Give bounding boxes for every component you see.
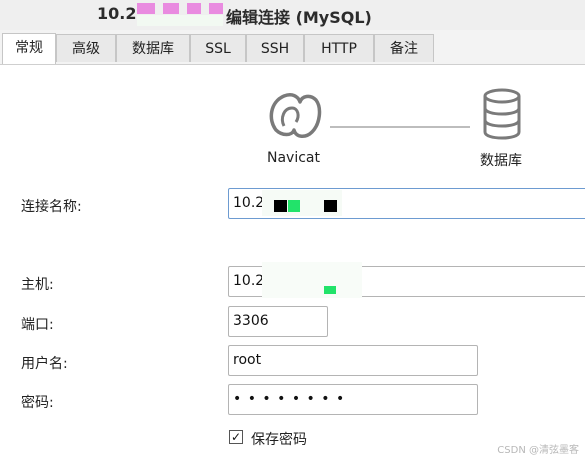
title-bar: 10.2 编辑连接 (MySQL) bbox=[0, 0, 585, 30]
username-label: 用户名: bbox=[21, 356, 68, 372]
host-label: 主机: bbox=[21, 277, 54, 293]
connection-name-value: 10.2 bbox=[233, 195, 265, 211]
tab-databases[interactable]: 数据库 bbox=[116, 34, 190, 62]
tab-http[interactable]: HTTP bbox=[304, 34, 374, 62]
tab-advanced[interactable]: 高级 bbox=[56, 34, 116, 62]
server-label: 数据库 bbox=[480, 153, 522, 169]
username-value: root bbox=[233, 352, 262, 368]
client-label: Navicat bbox=[267, 150, 320, 166]
port-input[interactable]: 3306 bbox=[228, 306, 328, 337]
checkmark-icon: ✓ bbox=[230, 430, 242, 444]
password-label: 密码: bbox=[21, 395, 54, 411]
port-label: 端口: bbox=[21, 317, 54, 333]
database-icon bbox=[483, 88, 521, 140]
connection-line bbox=[330, 126, 470, 128]
tab-bar: 常规 高级 数据库 SSL SSH HTTP 备注 bbox=[0, 30, 585, 65]
save-password-checkbox[interactable]: ✓ bbox=[229, 430, 243, 444]
connection-name-label: 连接名称: bbox=[21, 199, 82, 215]
password-input[interactable]: • • • • • • • • bbox=[228, 384, 478, 415]
connection-name-redaction bbox=[262, 190, 342, 216]
port-value: 3306 bbox=[233, 313, 269, 329]
tab-general[interactable]: 常规 bbox=[2, 33, 56, 64]
save-password-label: 保存密码 bbox=[251, 432, 307, 448]
watermark: CSDN @清弦墨客 bbox=[497, 445, 579, 456]
navicat-logo-icon bbox=[269, 93, 322, 138]
window-title: 编辑连接 (MySQL) bbox=[226, 8, 372, 27]
host-redaction bbox=[262, 262, 362, 298]
window-title-prefix: 10.2 bbox=[97, 4, 137, 23]
host-value: 10.2 bbox=[233, 273, 265, 289]
tab-ssl[interactable]: SSL bbox=[190, 34, 246, 62]
password-value: • • • • • • • • bbox=[233, 391, 346, 407]
username-input[interactable]: root bbox=[228, 345, 478, 376]
title-redaction bbox=[137, 3, 225, 27]
tab-notes[interactable]: 备注 bbox=[374, 34, 434, 62]
tab-ssh[interactable]: SSH bbox=[246, 34, 304, 62]
